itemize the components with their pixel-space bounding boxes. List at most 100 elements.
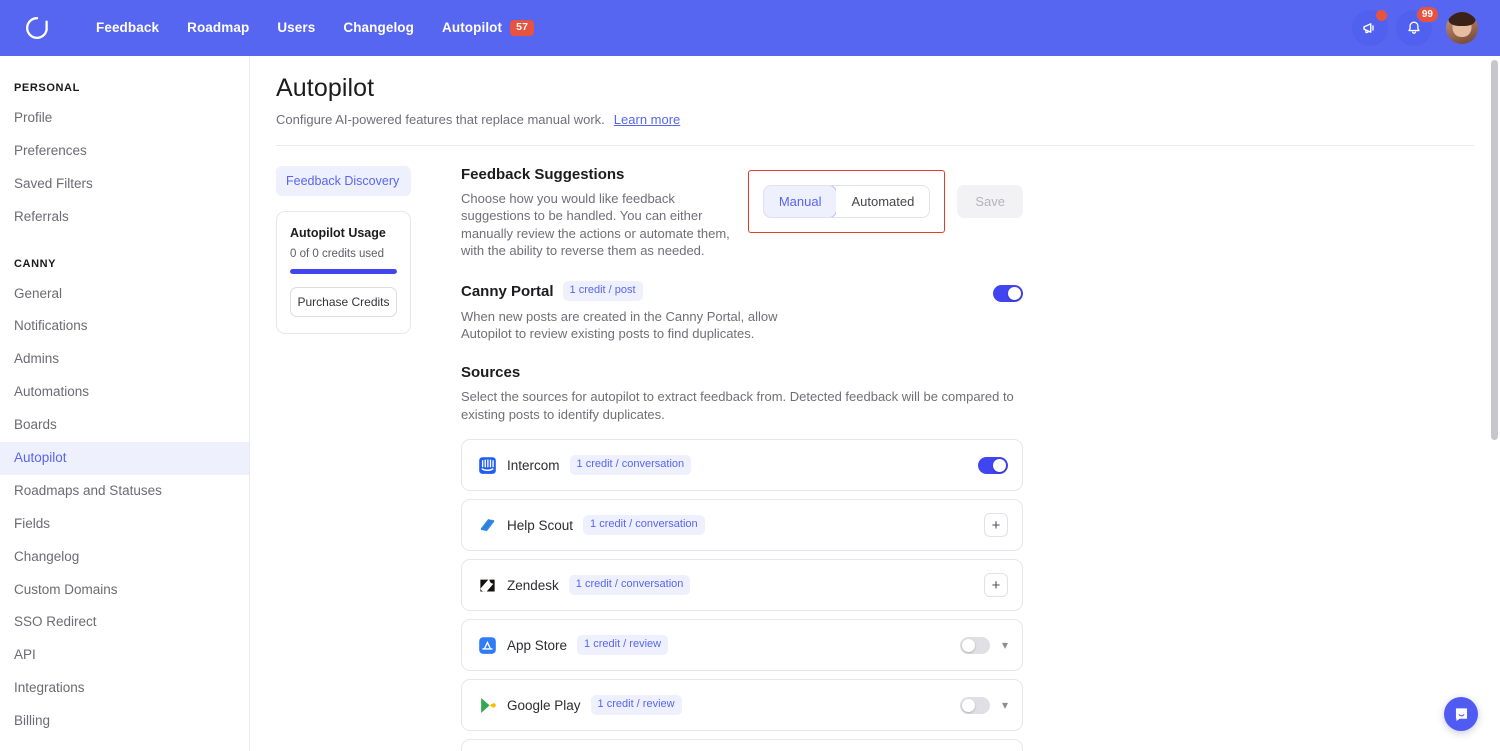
sidebar-item-autopilot[interactable]: Autopilot: [0, 442, 249, 475]
source-credit-chip: 1 credit / review: [577, 635, 669, 655]
sources-title: Sources: [461, 364, 521, 382]
megaphone-icon: [1363, 23, 1374, 34]
sidebar-item-sso-redirect[interactable]: SSO Redirect: [0, 606, 249, 639]
sidebar-item-boards[interactable]: Boards: [0, 409, 249, 442]
google-play-icon: [481, 697, 496, 713]
page-title: Autopilot: [276, 74, 375, 102]
zendesk-icon: [480, 579, 495, 592]
sidebar-item-notifications[interactable]: Notifications: [0, 310, 249, 343]
canny-portal-title-text: Canny Portal: [461, 282, 554, 300]
sidebar-item-referrals[interactable]: Referrals: [0, 201, 249, 234]
sidebar-item-fields[interactable]: Fields: [0, 508, 249, 541]
source-connect-button-zendesk[interactable]: +: [984, 573, 1008, 597]
source-toggle-google-play[interactable]: [959, 696, 990, 714]
usage-credits-text: 0 of 0 credits used: [290, 248, 384, 260]
canny-logo-icon[interactable]: [14, 5, 60, 51]
nav-link-autopilot[interactable]: Autopilot 57: [428, 12, 548, 44]
sidebar-item-integrations[interactable]: Integrations: [0, 672, 249, 705]
announcements-unread-dot: [1376, 10, 1387, 21]
nav-link-feedback[interactable]: Feedback: [82, 12, 173, 43]
nav-link-users[interactable]: Users: [263, 12, 329, 43]
source-name: App Store: [507, 637, 568, 653]
source-credit-chip: 1 credit / conversation: [583, 515, 705, 535]
nav-link-roadmap[interactable]: Roadmap: [173, 12, 263, 43]
autopilot-usage-card: Autopilot Usage 0 of 0 credits used Purc…: [276, 211, 411, 334]
source-row-app-store[interactable]: App Store 1 credit / review ▾: [461, 619, 1023, 671]
sidebar-item-custom-domains[interactable]: Custom Domains: [0, 574, 249, 607]
sources-section: Sources Select the sources for autopilot…: [461, 364, 1023, 751]
source-credit-chip: 1 credit / conversation: [569, 455, 692, 475]
handling-mode-segmented-control: Manual Automated: [762, 185, 931, 218]
app-store-icon: [479, 636, 496, 654]
sidebar-item-api[interactable]: API: [0, 639, 249, 672]
plus-icon: +: [991, 576, 1001, 594]
primary-nav-links: Feedback Roadmap Users Changelog Autopil…: [82, 12, 548, 44]
nav-right-actions: 99: [1352, 6, 1478, 46]
source-toggle-intercom[interactable]: [978, 456, 1008, 474]
learn-more-link[interactable]: Learn more: [614, 112, 680, 127]
sidebar-item-automations[interactable]: Automations: [0, 376, 249, 409]
sidebar-item-admins[interactable]: Admins: [0, 343, 249, 376]
canny-portal-toggle[interactable]: [993, 285, 1023, 303]
nav-link-label: Changelog: [343, 20, 414, 36]
sidebar-group-title-personal: PERSONAL: [14, 82, 80, 94]
usage-card-title: Autopilot Usage: [290, 226, 386, 240]
sidebar-item-general[interactable]: General: [0, 278, 249, 311]
segment-manual[interactable]: Manual: [763, 186, 838, 217]
nav-link-label: Feedback: [96, 20, 160, 36]
top-navigation-bar: Feedback Roadmap Users Changelog Autopil…: [0, 0, 1500, 56]
chevron-down-icon[interactable]: ▾: [1002, 698, 1008, 712]
source-row-intercom[interactable]: Intercom 1 credit / conversation: [461, 439, 1023, 491]
avatar[interactable]: [1446, 12, 1478, 44]
source-name: Zendesk: [507, 577, 559, 593]
canny-portal-description: When new posts are created in the Canny …: [461, 308, 778, 342]
autopilot-settings-panel: Feedback Suggestions Choose how you woul…: [461, 166, 1023, 751]
highlight-annotation-box: Manual Automated: [747, 170, 946, 233]
sidebar-item-changelog[interactable]: Changelog: [0, 541, 249, 574]
source-row-zendesk[interactable]: Zendesk 1 credit / conversation +: [461, 559, 1023, 611]
feedback-suggestions-controls: Manual Automated Save: [747, 166, 1023, 233]
help-scout-icon: [480, 518, 495, 531]
purchase-credits-button[interactable]: Purchase Credits: [290, 287, 397, 317]
source-toggle-app-store[interactable]: [959, 636, 990, 654]
toggle-knob: [1008, 287, 1021, 301]
announcements-button[interactable]: [1352, 10, 1388, 46]
chevron-down-icon[interactable]: ▾: [1002, 638, 1008, 652]
sidebar-item-roadmaps-and-statuses[interactable]: Roadmaps and Statuses: [0, 475, 249, 508]
nav-link-label: Autopilot: [442, 20, 503, 36]
sidebar-item-billing[interactable]: Billing: [0, 705, 249, 738]
source-row-help-scout[interactable]: Help Scout 1 credit / conversation +: [461, 499, 1023, 551]
page-subtitle: Configure AI-powered features that repla…: [276, 112, 605, 127]
intercom-icon: [479, 456, 496, 474]
save-button[interactable]: Save: [957, 185, 1023, 218]
autopilot-left-panel: Feedback Discovery Autopilot Usage 0 of …: [276, 166, 436, 751]
sidebar-item-profile[interactable]: Profile: [0, 102, 249, 135]
source-credit-chip: 1 credit / conversation: [568, 575, 691, 595]
tab-feedback-discovery[interactable]: Feedback Discovery: [276, 166, 411, 196]
canny-portal-title: Canny Portal 1 credit / post: [461, 281, 813, 301]
source-connect-button-help-scout[interactable]: +: [984, 513, 1008, 537]
source-row-google-play[interactable]: Google Play 1 credit / review ▾: [461, 679, 1023, 731]
toggle-knob: [961, 698, 975, 712]
source-row-g2[interactable]: G2 1 credit / review ▾: [461, 739, 1023, 751]
sources-list: Intercom 1 credit / conversation Help Sc…: [461, 439, 1023, 751]
usage-progress-bar: [290, 269, 397, 274]
source-name: Intercom: [507, 457, 560, 473]
sidebar-item-saved-filters[interactable]: Saved Filters: [0, 168, 249, 201]
sidebar-item-preferences[interactable]: Preferences: [0, 135, 249, 168]
segment-automated[interactable]: Automated: [836, 186, 930, 217]
content-scrollbar[interactable]: [1491, 60, 1498, 440]
usage-progress-fill: [290, 269, 397, 274]
nav-autopilot-badge: 57: [510, 20, 535, 36]
source-name: Google Play: [507, 697, 581, 713]
nav-link-changelog[interactable]: Changelog: [329, 12, 428, 43]
nav-link-label: Users: [277, 20, 316, 36]
source-credit-chip: 1 credit / review: [590, 695, 682, 715]
notifications-button[interactable]: 99: [1396, 6, 1439, 46]
chat-widget-button[interactable]: [1444, 697, 1478, 731]
main-content: Autopilot Configure AI-powered features …: [250, 56, 1500, 751]
toggle-knob: [993, 458, 1006, 472]
canny-portal-credit-chip: 1 credit / post: [562, 281, 643, 301]
toggle-knob: [961, 638, 975, 652]
